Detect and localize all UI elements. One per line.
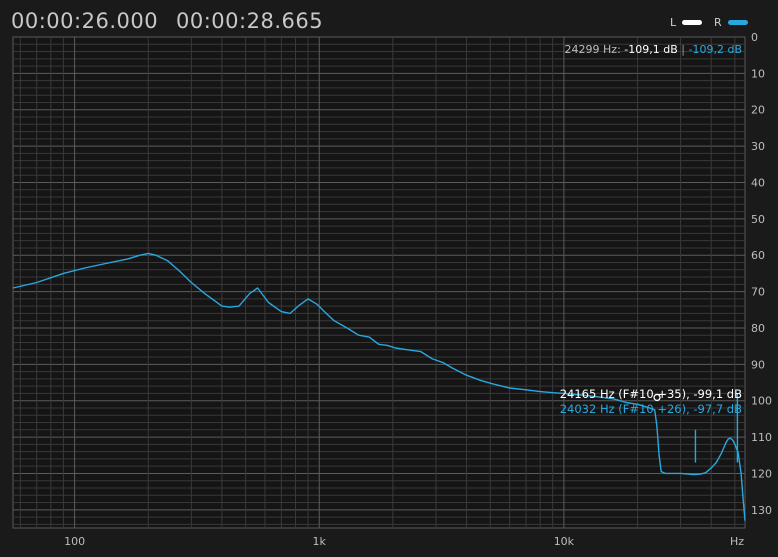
y-tick-label: 40 (751, 176, 765, 189)
plot-area (12, 36, 746, 529)
y-tick-label: 130 (751, 504, 772, 517)
cursor-right-db: -109,2 dB (688, 43, 743, 56)
y-tick-label: 0 (751, 31, 758, 44)
cursor-readout: 24299 Hz: -109,1 dB | -109,2 dB (565, 43, 742, 56)
y-tick-label: 10 (751, 67, 765, 80)
y-tick-label: 50 (751, 213, 765, 226)
x-tick-label: 10k (554, 535, 575, 548)
spectrum-plot[interactable]: 0 10 20 30 40 50 60 70 80 90 100 110 120 130 100 1k 10k H… (0, 0, 778, 557)
y-tick-label: 70 (751, 286, 765, 299)
y-tick-label: 60 (751, 249, 765, 262)
peak-readout-right: 24032 Hz (F#10 +26), -97,7 dB (559, 402, 742, 416)
y-tick-label: 120 (751, 467, 772, 480)
plot-grid (12, 36, 746, 529)
y-tick-label: 30 (751, 140, 765, 153)
cursor-separator: | (681, 43, 685, 56)
cursor-freq: 24299 Hz: (564, 43, 621, 56)
peak-readout: 24165 Hz (F#10 +35), -99,1 dB 24032 Hz (… (560, 387, 742, 417)
y-tick-label: 100 (751, 395, 772, 408)
x-tick-label: 1k (313, 535, 327, 548)
y-tick-label: 80 (751, 322, 765, 335)
y-tick-label: 110 (751, 431, 772, 444)
x-tick-label: 100 (64, 535, 85, 548)
x-tick-label: Hz (730, 535, 744, 548)
peak-readout-left: 24165 Hz (F#10 +35), -99,1 dB (559, 387, 742, 401)
y-tick-label: 90 (751, 358, 765, 371)
cursor-left-db: -109,1 dB (624, 43, 678, 56)
y-tick-label: 20 (751, 104, 765, 117)
